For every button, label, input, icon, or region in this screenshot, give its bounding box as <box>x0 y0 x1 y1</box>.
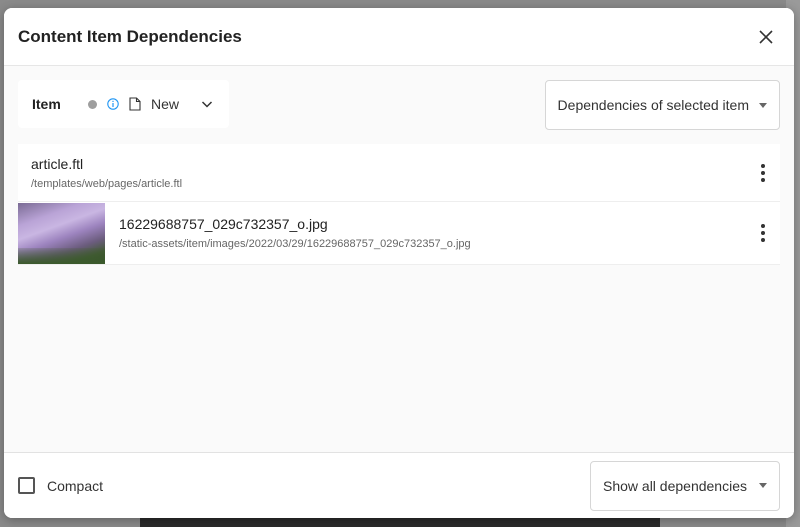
image-thumbnail <box>18 202 105 264</box>
item-label: Item <box>32 96 61 112</box>
caret-down-icon <box>759 483 767 488</box>
list-item-name: 16229688757_029c732357_o.jpg <box>119 216 328 232</box>
list-item-path: /static-assets/item/images/2022/03/29/16… <box>119 238 471 250</box>
close-button[interactable] <box>752 23 780 51</box>
item-selector[interactable]: Item New <box>18 80 230 128</box>
status-dot-icon <box>88 99 97 109</box>
dependencies-dialog: Content Item Dependencies Item New Depen… <box>4 8 794 518</box>
dialog-toolbar: Item New Dependencies of selected item <box>18 80 780 130</box>
more-options-icon[interactable] <box>758 163 768 182</box>
item-state: New <box>151 96 180 112</box>
background-image <box>140 517 660 527</box>
dependency-mode-select[interactable]: Dependencies of selected item <box>544 80 780 130</box>
dialog-footer: Compact Show all dependencies <box>4 452 794 518</box>
list-item-path: /templates/web/pages/article.ftl <box>31 177 183 190</box>
chevron-down-icon[interactable] <box>199 96 215 112</box>
dependency-list: article.ftl /templates/web/pages/article… <box>18 144 780 265</box>
compact-label: Compact <box>47 477 104 494</box>
list-item-text: article.ftl /templates/web/pages/article… <box>31 156 182 190</box>
caret-down-icon <box>759 102 767 108</box>
file-icon <box>129 97 141 111</box>
compact-toggle[interactable]: Compact <box>18 477 103 494</box>
more-options-icon[interactable] <box>758 224 768 242</box>
close-icon <box>759 29 773 44</box>
list-item-text: 16229688757_029c732357_o.jpg /static-ass… <box>119 216 471 250</box>
info-icon <box>107 98 119 110</box>
dialog-header: Content Item Dependencies <box>4 8 794 66</box>
dependency-filter-select[interactable]: Show all dependencies <box>590 460 780 511</box>
list-item-name: article.ftl <box>31 155 84 172</box>
list-item[interactable]: article.ftl /templates/web/pages/article… <box>18 144 780 202</box>
dependency-mode-value: Dependencies of selected item <box>557 97 749 113</box>
list-item[interactable]: 16229688757_029c732357_o.jpg /static-ass… <box>18 202 780 265</box>
compact-checkbox[interactable] <box>18 477 35 494</box>
dependency-filter-value: Show all dependencies <box>603 477 747 494</box>
dialog-title: Content Item Dependencies <box>18 26 242 46</box>
